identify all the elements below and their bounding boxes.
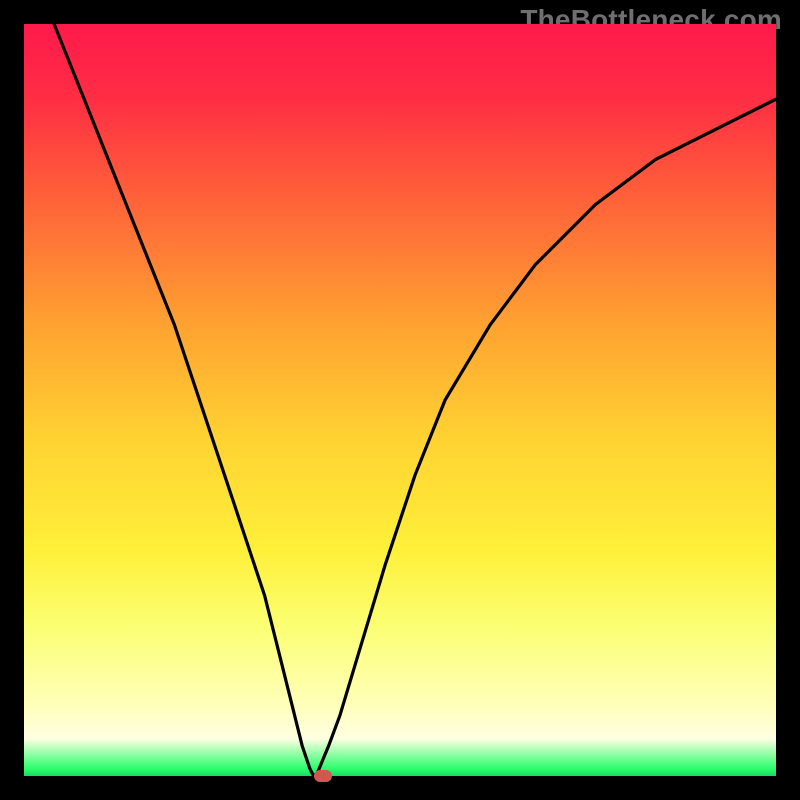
optimal-marker: [314, 770, 332, 782]
chart-frame: TheBottleneck.com: [0, 0, 800, 800]
bottleneck-curve: [24, 24, 776, 776]
curve-path: [54, 24, 776, 776]
plot-area: [24, 24, 776, 776]
